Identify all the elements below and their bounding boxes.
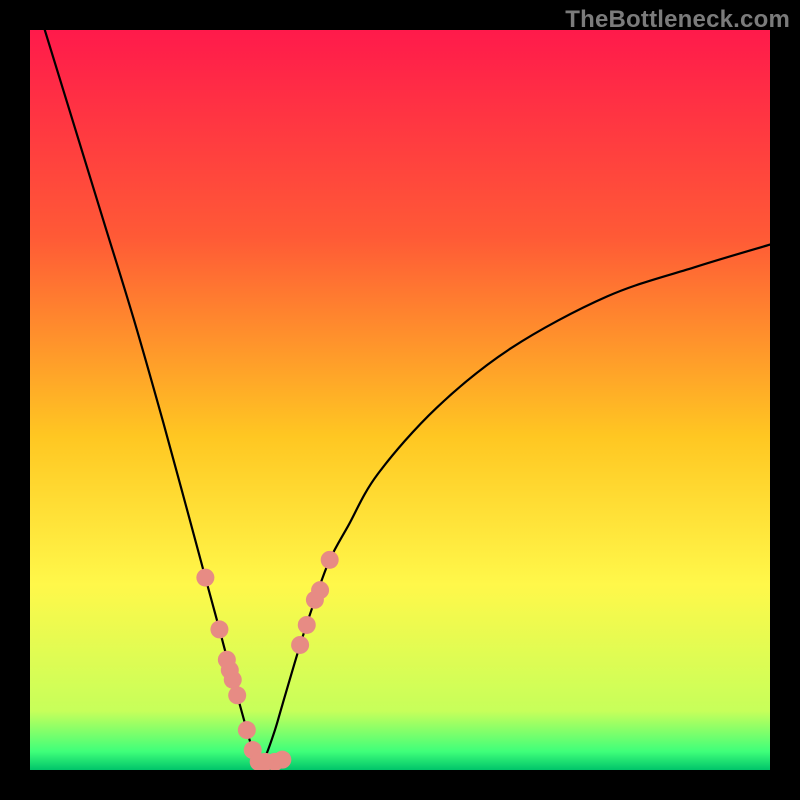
data-marker [298, 616, 316, 634]
data-marker [228, 686, 246, 704]
data-marker [238, 721, 256, 739]
bottleneck-chart [30, 30, 770, 770]
data-marker [311, 581, 329, 599]
data-marker [321, 551, 339, 569]
data-marker [291, 636, 309, 654]
data-marker [224, 671, 242, 689]
chart-background [30, 30, 770, 770]
data-marker [273, 751, 291, 769]
data-marker [196, 569, 214, 587]
data-marker [210, 620, 228, 638]
